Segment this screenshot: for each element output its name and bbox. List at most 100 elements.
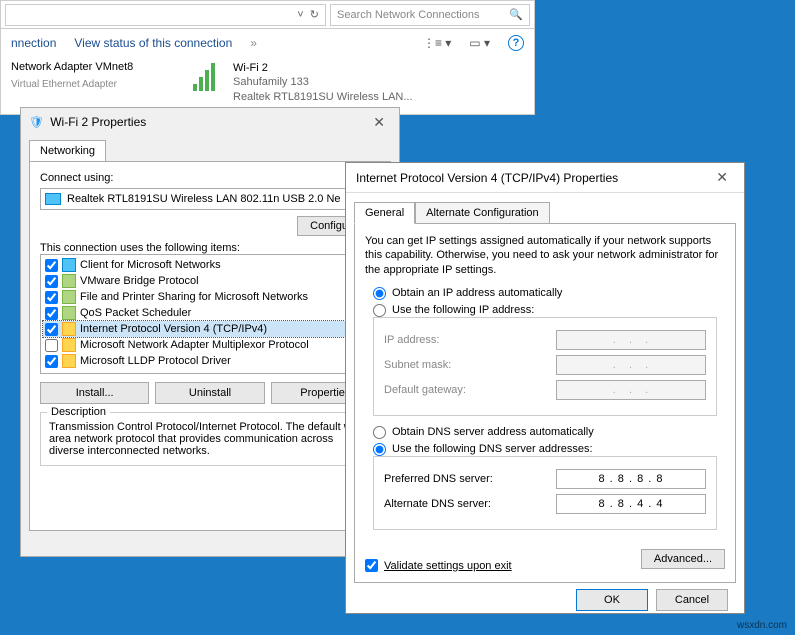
gateway-label: Default gateway: (384, 384, 556, 396)
item-label: Internet Protocol Version 4 (TCP/IPv4) (80, 323, 267, 335)
list-item[interactable]: Microsoft LLDP Protocol Driver (43, 353, 377, 369)
adapter-sub: Virtual Ethernet Adapter (11, 79, 191, 90)
item-label: Microsoft Network Adapter Multiplexor Pr… (80, 339, 309, 351)
adapter-field[interactable]: Realtek RTL8191SU Wireless LAN 802.11n U… (40, 188, 380, 210)
search-icon[interactable]: 🔍 (509, 8, 523, 21)
close-icon[interactable]: ✕ (367, 114, 391, 131)
protocol-icon (62, 354, 76, 368)
list-item[interactable]: Client for Microsoft Networks (43, 257, 377, 273)
search-input[interactable]: Search Network Connections 🔍 (330, 4, 530, 26)
list-item[interactable]: VMware Bridge Protocol (43, 273, 377, 289)
adapter-wifi2[interactable]: Wi-Fi 2 Sahufamily 133 Realtek RTL8191SU… (191, 61, 413, 104)
preview-pane-icon[interactable]: ▭ ▾ (469, 36, 490, 50)
shield-icon: 🛡 (29, 115, 44, 129)
list-item[interactable]: File and Printer Sharing for Microsoft N… (43, 289, 377, 305)
subnet-label: Subnet mask: (384, 359, 556, 371)
cancel-button[interactable]: Cancel (656, 589, 728, 611)
radio-manual-dns-input[interactable] (373, 443, 386, 456)
wifi-ssid: Sahufamily 133 (233, 75, 413, 89)
explorer-toolbar: ˅ ↻ Search Network Connections 🔍 (1, 1, 534, 29)
adapter-name-text: Realtek RTL8191SU Wireless LAN 802.11n U… (67, 193, 341, 205)
close-icon[interactable]: ✕ (710, 169, 734, 186)
adapter-list: Network Adapter VMnet8 Virtual Ethernet … (1, 57, 534, 108)
radio-auto-ip[interactable]: Obtain an IP address automatically (373, 287, 725, 300)
list-item[interactable]: Microsoft Network Adapter Multiplexor Pr… (43, 337, 377, 353)
help-icon[interactable]: ? (508, 35, 524, 51)
item-checkbox[interactable] (45, 275, 58, 288)
ip-address-field: . . . (556, 330, 706, 350)
menu-view-status[interactable]: View status of this connection (74, 36, 232, 50)
tab-general[interactable]: General (354, 202, 415, 224)
refresh-icon[interactable]: ↻ (310, 8, 319, 21)
network-connections-window: ˅ ↻ Search Network Connections 🔍 nnectio… (0, 0, 535, 115)
info-text: You can get IP settings assigned automat… (365, 234, 725, 277)
item-label: File and Printer Sharing for Microsoft N… (80, 291, 308, 303)
general-panel: You can get IP settings assigned automat… (354, 223, 736, 583)
view-options-icon[interactable]: ⋮≡ ▾ (423, 36, 451, 50)
wifi-properties-dialog: 🛡 Wi-Fi 2 Properties ✕ Networking Connec… (20, 107, 400, 557)
gateway-field: . . . (556, 380, 706, 400)
item-checkbox[interactable] (45, 323, 58, 336)
wifi-name: Wi-Fi 2 (233, 61, 413, 75)
dialog-title: Internet Protocol Version 4 (TCP/IPv4) P… (356, 171, 618, 185)
networking-panel: Connect using: Realtek RTL8191SU Wireles… (29, 161, 391, 531)
explorer-menu: nnection View status of this connection … (1, 29, 534, 57)
protocol-icon (62, 306, 76, 320)
list-item[interactable]: Internet Protocol Version 4 (TCP/IPv4) (43, 321, 377, 337)
item-checkbox[interactable] (45, 259, 58, 272)
connect-using-label: Connect using: (40, 172, 380, 184)
protocol-icon (62, 274, 76, 288)
ok-button[interactable]: OK (576, 589, 648, 611)
chevron-right-icon[interactable]: » (250, 36, 257, 50)
item-checkbox[interactable] (45, 291, 58, 304)
radio-manual-dns[interactable]: Use the following DNS server addresses: (373, 443, 725, 456)
items-label: This connection uses the following items… (40, 242, 380, 254)
validate-checkbox[interactable] (365, 559, 378, 572)
watermark: wsxdn.com (737, 620, 787, 631)
item-checkbox[interactable] (45, 307, 58, 320)
item-label: Microsoft LLDP Protocol Driver (80, 355, 231, 367)
list-item[interactable]: QoS Packet Scheduler (43, 305, 377, 321)
ip-address-label: IP address: (384, 334, 556, 346)
subnet-field: . . . (556, 355, 706, 375)
search-placeholder: Search Network Connections (337, 9, 479, 21)
item-checkbox[interactable] (45, 355, 58, 368)
dialog-title: Wi-Fi 2 Properties (50, 115, 146, 129)
wifi-device: Realtek RTL8191SU Wireless LAN... (233, 90, 413, 104)
adapter-vmnet8[interactable]: Network Adapter VMnet8 Virtual Ethernet … (11, 61, 191, 104)
address-bar[interactable]: ˅ ↻ (5, 4, 326, 26)
ipv4-properties-dialog: Internet Protocol Version 4 (TCP/IPv4) P… (345, 162, 745, 614)
item-label: Client for Microsoft Networks (80, 259, 221, 271)
pref-dns-field[interactable]: 8 . 8 . 8 . 8 (556, 469, 706, 489)
protocol-icon (62, 338, 76, 352)
tab-networking[interactable]: Networking (29, 140, 106, 161)
radio-auto-ip-input[interactable] (373, 287, 386, 300)
radio-auto-dns-input[interactable] (373, 426, 386, 439)
protocol-icon (62, 322, 76, 336)
radio-manual-ip-input[interactable] (373, 304, 386, 317)
alt-dns-field[interactable]: 8 . 8 . 4 . 4 (556, 494, 706, 514)
install-button[interactable]: Install... (40, 382, 149, 404)
chevron-down-icon[interactable]: ˅ (297, 9, 303, 21)
item-checkbox[interactable] (45, 339, 58, 352)
item-label: QoS Packet Scheduler (80, 307, 191, 319)
pref-dns-label: Preferred DNS server: (384, 473, 556, 485)
protocol-icon (62, 290, 76, 304)
protocol-icon (62, 258, 76, 272)
tab-alternate-config[interactable]: Alternate Configuration (415, 202, 550, 224)
radio-auto-dns[interactable]: Obtain DNS server address automatically (373, 426, 725, 439)
advanced-button[interactable]: Advanced... (641, 549, 725, 569)
dialog-titlebar: 🛡 Wi-Fi 2 Properties ✕ (21, 108, 399, 136)
radio-manual-ip[interactable]: Use the following IP address: (373, 304, 725, 317)
item-label: VMware Bridge Protocol (80, 275, 199, 287)
adapter-name: Network Adapter VMnet8 (11, 61, 191, 73)
dns-group: Preferred DNS server:8 . 8 . 8 . 8 Alter… (373, 456, 717, 530)
wifi-signal-icon (191, 61, 227, 93)
dialog-titlebar: Internet Protocol Version 4 (TCP/IPv4) P… (346, 163, 744, 193)
uninstall-button[interactable]: Uninstall (155, 382, 264, 404)
menu-connection[interactable]: nnection (11, 36, 56, 50)
ip-group: IP address:. . . Subnet mask:. . . Defau… (373, 317, 717, 416)
connection-items-list[interactable]: Client for Microsoft Networks VMware Brid… (40, 254, 380, 374)
validate-checkbox-row[interactable]: Validate settings upon exit (365, 559, 641, 572)
adapter-icon (45, 193, 61, 205)
